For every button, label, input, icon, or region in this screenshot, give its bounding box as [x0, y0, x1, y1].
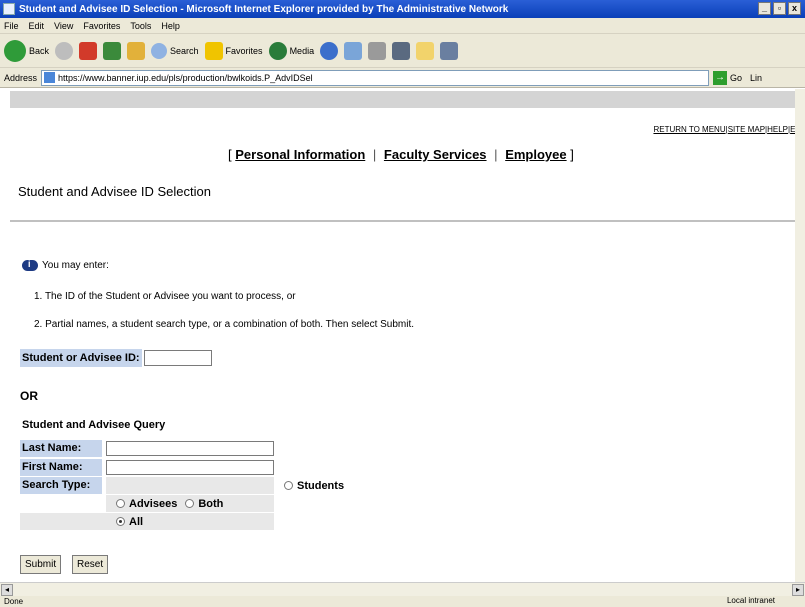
id-row: Student or Advisee ID: — [20, 349, 212, 367]
all-row: All — [20, 513, 274, 530]
submit-button[interactable]: Submit — [20, 555, 62, 574]
nav-employee[interactable]: Employee — [505, 147, 566, 162]
site-map-link[interactable]: SITE MAP — [728, 125, 765, 134]
nav-personal-information[interactable]: Personal Information — [235, 147, 365, 162]
radio-all[interactable]: All — [116, 516, 143, 528]
radio-advisees-dot[interactable] — [116, 499, 125, 508]
media-button[interactable]: Media — [268, 41, 314, 60]
nav-faculty-services[interactable]: Faculty Services — [384, 147, 487, 162]
address-bar: Address https://www.banner.iup.edu/pls/p… — [0, 68, 805, 88]
favorites-button[interactable]: Favorites — [204, 41, 263, 60]
main-nav: [ Personal Information | Faculty Service… — [228, 147, 574, 162]
radio-students-dot[interactable] — [284, 481, 293, 490]
history-icon[interactable] — [320, 41, 339, 60]
home-icon[interactable] — [127, 41, 146, 60]
radio-both[interactable]: Both — [185, 498, 223, 510]
reset-button[interactable]: Reset — [72, 555, 109, 574]
window-title: Student and Advisee ID Selection - Micro… — [19, 3, 509, 15]
last-name-label: Last Name: — [20, 440, 102, 457]
refresh-icon[interactable] — [103, 41, 122, 60]
query-title: Student and Advisee Query — [22, 419, 166, 431]
edit-icon[interactable] — [392, 41, 411, 60]
info-message: You may enter: — [22, 259, 109, 271]
go-button[interactable]: → Go — [713, 70, 742, 85]
last-name-input[interactable] — [106, 441, 274, 456]
menu-help[interactable]: Help — [161, 21, 180, 31]
search-type-row: Search Type: Students — [20, 477, 344, 494]
or-label: OR — [20, 389, 38, 403]
close-button[interactable]: x — [788, 2, 801, 15]
status-bar: Done Local intranet — [0, 596, 805, 607]
mail-icon[interactable] — [344, 41, 363, 60]
address-label: Address — [4, 72, 38, 83]
radio-advisees[interactable]: Advisees — [116, 498, 177, 510]
scroll-left-icon[interactable]: ◂ — [1, 584, 13, 596]
go-arrow-icon: → — [713, 70, 728, 85]
help-link[interactable]: HELP — [767, 125, 788, 134]
top-links: RETURN TO MENU|SITE MAP|HELP|EXI — [653, 125, 803, 134]
stop-icon[interactable] — [79, 41, 98, 60]
menu-file[interactable]: File — [4, 21, 19, 31]
search-button[interactable]: Search — [151, 42, 199, 59]
search-type-cell — [106, 477, 274, 494]
back-arrow-icon — [4, 39, 26, 62]
menu-edit[interactable]: Edit — [29, 21, 45, 31]
toolbar: Back Search Favorites Media — [0, 34, 805, 68]
window-titlebar: Student and Advisee ID Selection - Micro… — [0, 0, 805, 18]
info-icon — [22, 259, 38, 271]
page-content: RETURN TO MENU|SITE MAP|HELP|EXI [ Perso… — [0, 89, 803, 582]
forward-button-icon[interactable] — [55, 41, 74, 60]
address-url: https://www.banner.iup.edu/pls/productio… — [58, 72, 313, 83]
search-icon — [151, 42, 168, 59]
print-icon[interactable] — [368, 41, 387, 60]
scroll-right-icon[interactable]: ▸ — [792, 584, 804, 596]
minimize-button[interactable]: _ — [758, 2, 771, 15]
first-name-input[interactable] — [106, 460, 274, 475]
back-button[interactable]: Back — [4, 39, 49, 62]
vertical-scrollbar[interactable] — [795, 89, 805, 582]
instruction-2: 2. Partial names, a student search type,… — [34, 319, 415, 330]
status-text: Done — [4, 597, 24, 606]
radio-both-dot[interactable] — [185, 499, 195, 508]
radio-all-dot[interactable] — [116, 517, 125, 526]
folder-icon[interactable] — [416, 41, 435, 60]
favorites-star-icon — [204, 41, 223, 60]
menu-favorites[interactable]: Favorites — [83, 21, 120, 31]
first-name-row: First Name: — [20, 459, 274, 476]
menu-tools[interactable]: Tools — [130, 21, 151, 31]
advisees-both-row: Advisees Both — [106, 495, 274, 512]
student-id-input[interactable] — [143, 350, 212, 366]
menu-bar: File Edit View Favorites Tools Help — [0, 18, 805, 34]
search-type-label: Search Type: — [20, 477, 102, 494]
divider — [10, 220, 795, 222]
radio-students[interactable]: Students — [284, 480, 344, 492]
links-label[interactable]: Lin — [750, 73, 762, 83]
media-icon — [268, 41, 287, 60]
menu-view[interactable]: View — [54, 21, 73, 31]
return-to-menu-link[interactable]: RETURN TO MENU — [653, 125, 725, 134]
restore-button[interactable]: ▫ — [773, 2, 786, 15]
page-icon — [44, 72, 56, 83]
messenger-icon[interactable] — [440, 41, 459, 60]
id-label: Student or Advisee ID: — [20, 349, 142, 367]
ie-app-icon — [3, 3, 15, 15]
security-zone: Local intranet — [726, 596, 775, 605]
page-title: Student and Advisee ID Selection — [18, 184, 211, 199]
window-controls: _ ▫ x — [758, 2, 801, 15]
horizontal-scrollbar[interactable]: ◂ ▸ — [0, 582, 805, 596]
first-name-label: First Name: — [20, 459, 102, 476]
address-input[interactable]: https://www.banner.iup.edu/pls/productio… — [41, 69, 710, 86]
instruction-1: 1. The ID of the Student or Advisee you … — [34, 291, 296, 302]
header-bar — [10, 91, 795, 108]
last-name-row: Last Name: — [20, 440, 274, 457]
